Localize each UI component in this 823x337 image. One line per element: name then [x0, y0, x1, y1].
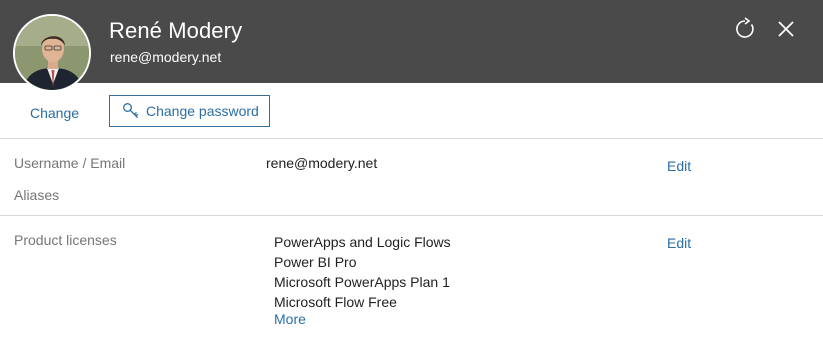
refresh-button[interactable] — [733, 17, 757, 41]
avatar — [13, 14, 91, 92]
product-licenses-label: Product licenses — [14, 232, 117, 248]
license-item: Microsoft Flow Free — [274, 294, 397, 310]
change-photo-link[interactable]: Change — [30, 105, 79, 121]
username-label: Username / Email — [14, 155, 126, 171]
refresh-icon — [736, 17, 754, 38]
edit-username-link[interactable]: Edit — [667, 158, 691, 174]
close-button[interactable] — [774, 17, 798, 41]
license-item: Microsoft PowerApps Plan 1 — [274, 274, 450, 290]
key-icon — [123, 103, 139, 118]
change-password-label: Change password — [146, 103, 259, 119]
user-name: René Modery — [109, 18, 243, 43]
close-icon — [778, 21, 794, 37]
license-item: Power BI Pro — [274, 254, 357, 270]
edit-licenses-link[interactable]: Edit — [667, 235, 691, 251]
user-email: rene@modery.net — [110, 49, 222, 65]
avatar-photo — [15, 16, 89, 90]
license-item: PowerApps and Logic Flows — [274, 234, 451, 250]
divider — [0, 215, 823, 216]
divider — [0, 138, 823, 139]
license-list: PowerApps and Logic Flows Power BI Pro M… — [274, 232, 451, 312]
more-licenses-link[interactable]: More — [274, 311, 306, 327]
username-value: rene@modery.net — [266, 155, 378, 171]
change-password-button[interactable]: Change password — [109, 95, 270, 127]
profile-header: René Modery rene@modery.net — [0, 0, 823, 92]
aliases-label: Aliases — [14, 187, 60, 203]
